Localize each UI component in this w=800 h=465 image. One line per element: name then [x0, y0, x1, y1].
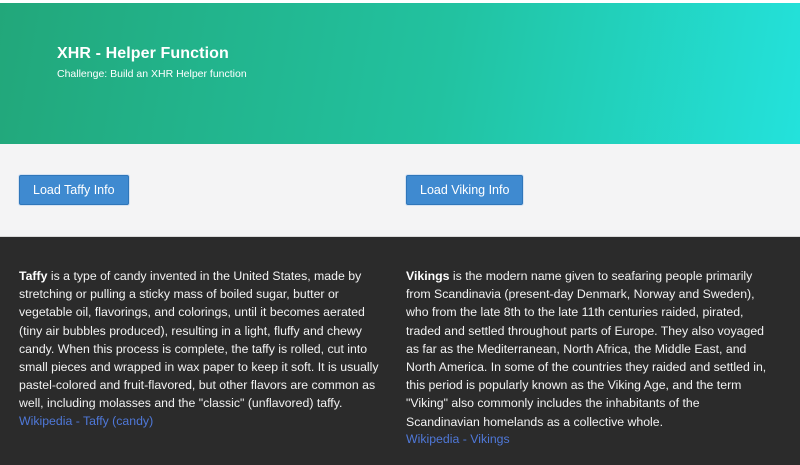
viking-paragraph: Vikings is the modern name given to seaf… [406, 267, 774, 431]
viking-wikipedia-link[interactable]: Wikipedia - Vikings [406, 431, 774, 448]
viking-term: Vikings [406, 269, 450, 283]
load-taffy-button[interactable]: Load Taffy Info [19, 175, 129, 205]
taffy-info-panel: Taffy is a type of candy invented in the… [19, 267, 387, 430]
viking-description: is the modern name given to seafaring pe… [406, 269, 767, 429]
page-subtitle: Challenge: Build an XHR Helper function [57, 68, 247, 80]
taffy-paragraph: Taffy is a type of candy invented in the… [19, 267, 387, 413]
page: XHR - Helper Function Challenge: Build a… [0, 0, 800, 465]
viking-info-panel: Vikings is the modern name given to seaf… [406, 267, 774, 448]
taffy-description: is a type of candy invented in the Unite… [19, 269, 379, 411]
taffy-wikipedia-link[interactable]: Wikipedia - Taffy (candy) [19, 413, 387, 430]
button-bar: Load Taffy Info Load Viking Info [0, 144, 800, 237]
content-area: Taffy is a type of candy invented in the… [0, 237, 800, 465]
hero-header: XHR - Helper Function Challenge: Build a… [0, 3, 800, 144]
taffy-term: Taffy [19, 269, 48, 283]
load-viking-button[interactable]: Load Viking Info [406, 175, 524, 205]
page-title: XHR - Helper Function [57, 45, 229, 62]
